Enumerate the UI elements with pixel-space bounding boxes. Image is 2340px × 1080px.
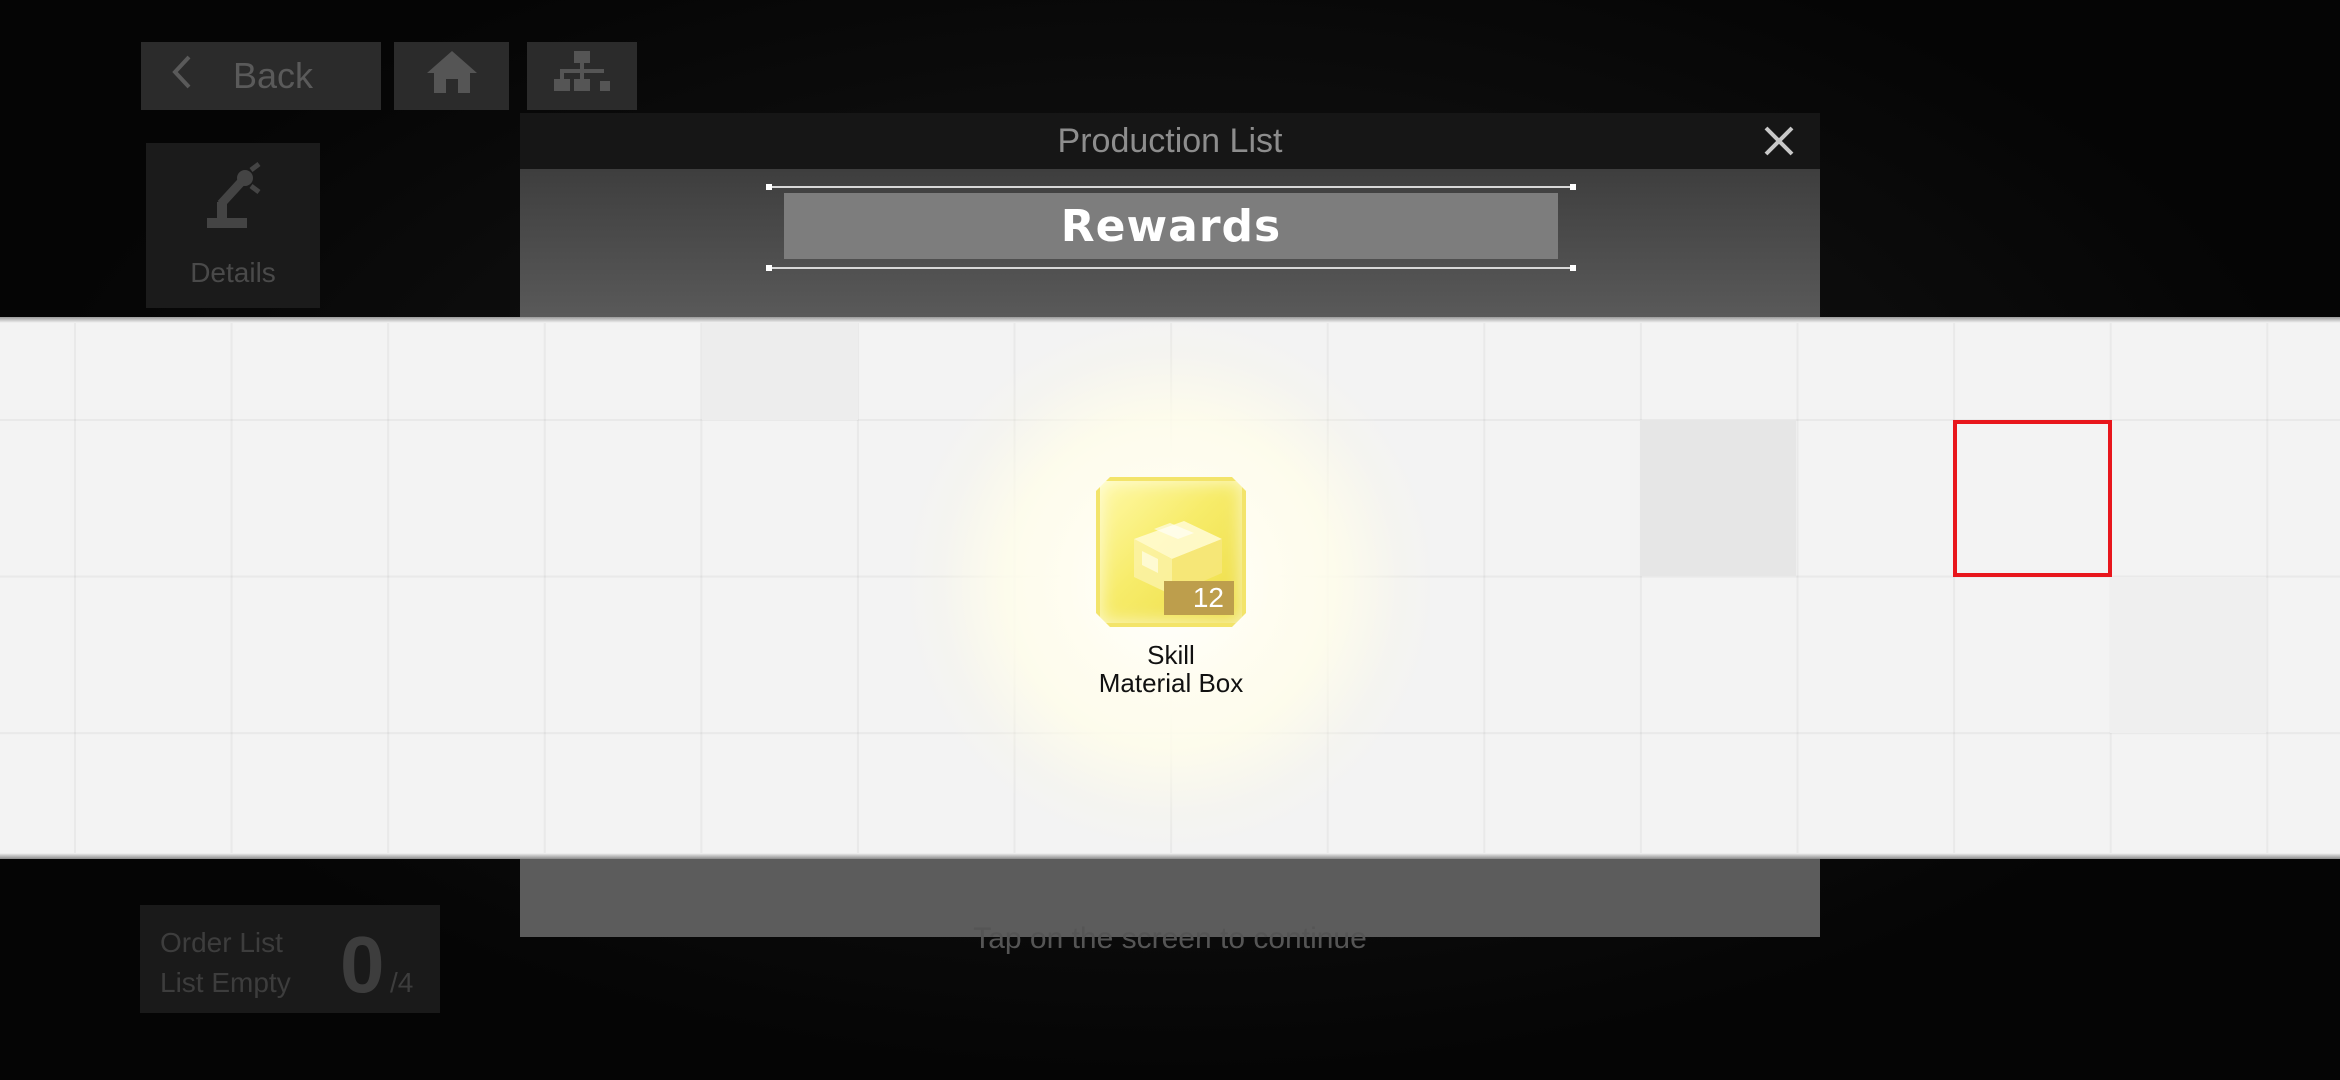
details-panel[interactable]: Details [146,143,320,308]
grid-tile [702,323,858,420]
chevron-left-icon [171,54,193,99]
hierarchy-icon [552,49,612,104]
order-max: /4 [390,967,414,998]
item-name-line1: Skill [1147,640,1195,670]
home-icon [425,49,479,104]
details-label: Details [190,257,276,288]
highlight-frame [1953,420,2112,577]
close-icon[interactable] [1760,122,1798,160]
rewards-banner: Rewards [784,193,1558,259]
item-name-line2: Material Box [1098,668,1244,698]
material-box-icon: 12 [1096,477,1246,627]
back-label: Back [233,55,314,96]
home-button[interactable] [394,42,509,110]
quantity-badge: 12 [1164,581,1234,615]
modal-header: Production List [520,113,1820,169]
banner-divider-top [766,184,1576,190]
back-button[interactable]: Back [141,42,381,110]
hierarchy-button[interactable] [527,42,637,110]
modal-title: Production List [1057,121,1283,160]
order-list-status: List Empty [160,967,291,998]
banner-divider-bottom [766,265,1576,271]
grid-tile [2110,577,2266,733]
reward-item[interactable]: 12 Skill Material Box [1096,477,1246,697]
item-name: Skill Material Box [1099,641,1244,697]
grid-tile [1640,420,1796,576]
band-edge-bottom [0,853,2340,859]
robot-arm-icon [203,162,263,239]
reward-band[interactable]: 12 Skill Material Box [0,323,2340,853]
continue-hint[interactable]: Tap on the screen to continue [0,922,2340,956]
